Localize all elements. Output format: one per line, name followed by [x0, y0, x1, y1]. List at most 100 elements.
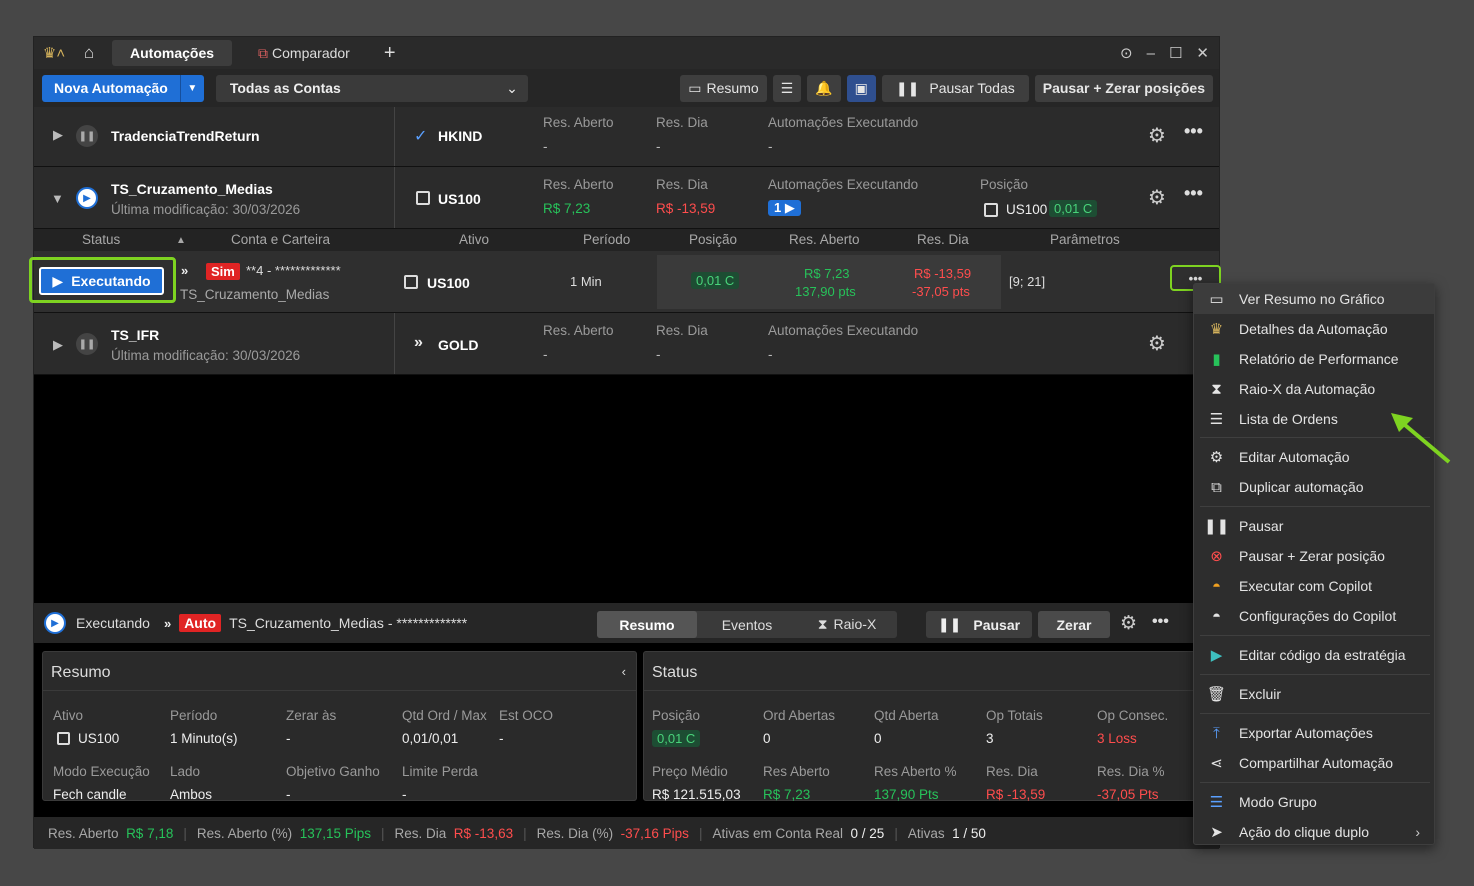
- menu-item-clique-duplo[interactable]: ➤ Ação do clique duplo ›: [1194, 817, 1434, 847]
- more-icon[interactable]: •••: [1184, 121, 1203, 142]
- row-position: 0,01 C: [691, 272, 740, 289]
- field-label: Objetivo Ganho: [286, 764, 380, 779]
- tab-raio-x[interactable]: ⧗ Raio-X: [797, 616, 897, 633]
- collapse-icon[interactable]: ‹: [622, 664, 626, 679]
- pause-zero-button[interactable]: Pausar + Zerar posições: [1034, 74, 1213, 102]
- chevron-right-icon[interactable]: ▶: [53, 337, 63, 353]
- gear-icon[interactable]: ⚙: [1148, 123, 1166, 148]
- trash-icon: 🗑: [1206, 686, 1227, 703]
- res-dia-value: -: [656, 139, 661, 154]
- group-name: TradenciaTrendReturn: [111, 128, 260, 144]
- list-view-button[interactable]: ☰: [772, 74, 802, 102]
- new-automation-button[interactable]: Nova Automação: [42, 74, 180, 102]
- home-icon[interactable]: ⌂: [74, 43, 104, 63]
- position-asset: US100: [1006, 202, 1048, 217]
- group-name: TS_Cruzamento_Medias: [111, 181, 273, 197]
- gear-icon: ⚙: [1209, 449, 1224, 466]
- menu-item-copilot-config[interactable]: ◓ Configurações do Copilot: [1194, 601, 1434, 631]
- pause-all-button[interactable]: ❚❚ Pausar Todas: [881, 74, 1029, 102]
- col-conta[interactable]: Conta e Carteira: [231, 232, 330, 247]
- resumo-button[interactable]: ▭ Resumo: [680, 74, 767, 102]
- col-ativo[interactable]: Ativo: [459, 232, 489, 247]
- pause-icon[interactable]: ❚❚: [76, 125, 98, 147]
- chevron-down-icon[interactable]: ▼: [179, 74, 204, 102]
- menu-item-relatorio[interactable]: ▮ Relatório de Performance: [1194, 344, 1434, 374]
- add-tab-button[interactable]: +: [376, 40, 404, 66]
- play-icon: ▶: [52, 272, 64, 289]
- field-value: 0: [763, 731, 771, 746]
- menu-item-raio-x[interactable]: ⧗ Raio-X da Automação: [1194, 374, 1434, 404]
- app-logo-icon[interactable]: ♛˄: [34, 37, 74, 69]
- sb-value: 137,15 Pips: [299, 825, 371, 841]
- chevron-right-icon[interactable]: ▶: [53, 127, 63, 143]
- menu-item-copilot[interactable]: ◓ Executar com Copilot: [1194, 571, 1434, 601]
- detail-tabs: Resumo Eventos ⧗ Raio-X: [597, 611, 897, 638]
- col-periodo[interactable]: Período: [583, 232, 630, 247]
- pause-icon[interactable]: ❚❚: [76, 333, 98, 355]
- menu-item-exportar[interactable]: ⤒ Exportar Automações: [1194, 718, 1434, 748]
- more-icon[interactable]: •••: [1152, 613, 1169, 631]
- chart-view-button[interactable]: ▣: [846, 74, 876, 102]
- col-status[interactable]: Status: [82, 232, 120, 247]
- tab-resumo[interactable]: Resumo: [597, 611, 697, 638]
- position-label: Posição: [980, 177, 1029, 192]
- share-icon: ⋖: [1210, 755, 1223, 772]
- gear-icon[interactable]: ⚙: [1148, 331, 1166, 356]
- more-icon[interactable]: ⊙: [1120, 44, 1133, 62]
- strategy-icon: »: [163, 615, 172, 631]
- menu-item-duplicar[interactable]: ⧉ Duplicar automação: [1194, 472, 1434, 502]
- pause-icon: ❚❚: [1203, 518, 1230, 535]
- group-row[interactable]: ▶ ❚❚ TS_IFR Última modificação: 30/03/20…: [34, 313, 1219, 375]
- menu-item-editar-codigo[interactable]: ▶ Editar código da estratégia: [1194, 640, 1434, 670]
- maximize-icon[interactable]: ☐: [1169, 44, 1182, 62]
- cursor-icon: ➤: [1210, 824, 1223, 841]
- field-value: 1 Minuto(s): [170, 731, 238, 746]
- group-row[interactable]: ▼ ▶ TS_Cruzamento_Medias Última modifica…: [34, 167, 1219, 229]
- play-icon[interactable]: ▶: [76, 187, 98, 209]
- play-icon[interactable]: ▶: [44, 612, 66, 634]
- table-row[interactable]: ▶ Executando » Sim **4 - ************* TS…: [29, 251, 1221, 313]
- field-label: Op Totais: [986, 708, 1043, 723]
- context-menu: ▭ Ver Resumo no Gráfico ♛ Detalhes da Auto…: [1193, 283, 1435, 845]
- minimize-icon[interactable]: –: [1147, 45, 1155, 62]
- more-icon[interactable]: •••: [1184, 183, 1203, 204]
- exec-badge[interactable]: 1 ▶: [768, 200, 801, 216]
- field-label: Res Aberto %: [874, 764, 957, 779]
- col-res-dia[interactable]: Res. Dia: [917, 232, 969, 247]
- account-select-value: Todas as Contas: [229, 80, 341, 96]
- executing-button[interactable]: ▶ Executando: [39, 267, 164, 295]
- tab-comparador[interactable]: ⧉ Comparador: [240, 40, 368, 66]
- executing-label: Executando: [71, 273, 151, 289]
- detail-pause-button[interactable]: ❚❚ Pausar: [926, 611, 1032, 638]
- col-posicao[interactable]: Posição: [689, 232, 737, 247]
- detail-status: Executando: [76, 615, 150, 631]
- close-icon[interactable]: ✕: [1196, 44, 1209, 62]
- menu-item-modo-grupo[interactable]: ☰ Modo Grupo: [1194, 787, 1434, 817]
- field-label: Período: [170, 708, 218, 723]
- menu-item-detalhes[interactable]: ♛ Detalhes da Automação: [1194, 314, 1434, 344]
- account-select[interactable]: Todas as Contas ⌄: [215, 74, 528, 102]
- menu-item-excluir[interactable]: 🗑 Excluir: [1194, 679, 1434, 709]
- gear-icon[interactable]: ⚙: [1148, 185, 1166, 210]
- xray-icon: ⧗: [817, 616, 828, 632]
- copilot-icon: ◓: [1211, 577, 1222, 595]
- detail-zero-button[interactable]: Zerar: [1038, 611, 1110, 638]
- sort-icon: ▲: [176, 235, 186, 246]
- group-name: TS_IFR: [111, 327, 160, 343]
- notifications-button[interactable]: 🔔: [807, 74, 841, 102]
- col-parametros[interactable]: Parâmetros: [1050, 232, 1120, 247]
- menu-item-pausar[interactable]: ❚❚ Pausar: [1194, 511, 1434, 541]
- group-row[interactable]: ▶ ❚❚ TradenciaTrendReturn ✓ HKIND Res. A…: [34, 107, 1219, 167]
- group-icon: ☰: [1209, 794, 1224, 811]
- menu-label: Relatório de Performance: [1239, 351, 1399, 367]
- tab-automacoes[interactable]: Automações: [112, 40, 233, 66]
- col-res-aberto[interactable]: Res. Aberto: [789, 232, 860, 247]
- chevron-down-icon[interactable]: ▼: [51, 191, 64, 206]
- tab-eventos[interactable]: Eventos: [697, 617, 797, 633]
- gear-icon[interactable]: ⚙: [1120, 612, 1137, 635]
- asset-icon: [404, 275, 418, 289]
- menu-item-pausar-zerar[interactable]: ⊗ Pausar + Zerar posição: [1194, 541, 1434, 571]
- menu-label: Pausar: [1239, 518, 1284, 534]
- menu-item-compartilhar[interactable]: ⋖ Compartilhar Automação: [1194, 748, 1434, 778]
- menu-item-ver-resumo[interactable]: ▭ Ver Resumo no Gráfico: [1194, 284, 1434, 314]
